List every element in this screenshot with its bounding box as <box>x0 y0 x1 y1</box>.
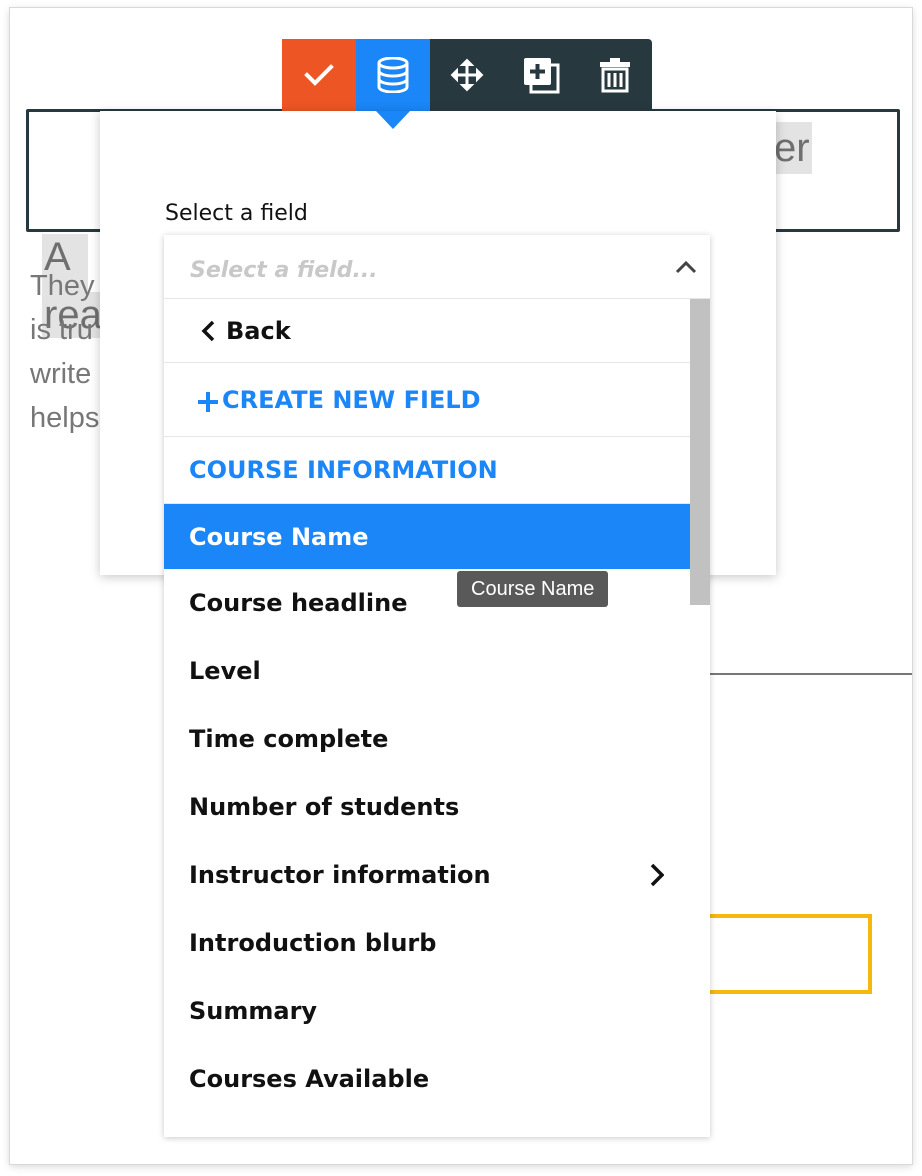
back-button[interactable]: Back <box>164 299 690 363</box>
group-heading-course-information: COURSE INFORMATION <box>164 437 690 504</box>
list-item-label: Course headline <box>189 589 408 617</box>
list-item-label: Course Name <box>189 522 369 551</box>
list-item-label: Level <box>189 657 261 685</box>
list-item-number-of-students[interactable]: Number of students <box>164 773 690 841</box>
list-item-label: Time complete <box>189 725 389 753</box>
list-item-label: Instructor information <box>189 861 491 889</box>
tooltip: Course Name <box>457 571 609 607</box>
field-list: Back CREATE NEW FIELD COURSE INFORMATION… <box>164 299 690 1113</box>
window-frame: A su reas er They is tru write helps <box>10 8 912 1164</box>
back-label: Back <box>226 316 291 345</box>
list-item-label: Introduction blurb <box>189 929 437 957</box>
element-toolbar <box>282 39 652 129</box>
create-new-field-button[interactable]: CREATE NEW FIELD <box>164 363 690 437</box>
list-item-level[interactable]: Level <box>164 637 690 705</box>
chevron-right-icon <box>650 863 664 887</box>
plus-icon <box>198 391 218 412</box>
create-new-field-label: CREATE NEW FIELD <box>222 385 481 414</box>
list-item-label: Summary <box>189 997 318 1025</box>
heading-tail-text: er <box>774 122 812 174</box>
chevron-up-icon[interactable] <box>674 257 698 277</box>
list-item-time-complete[interactable]: Time complete <box>164 705 690 773</box>
check-icon <box>304 64 334 86</box>
database-icon <box>377 57 409 93</box>
move-button[interactable] <box>430 39 504 111</box>
field-dropdown: Back CREATE NEW FIELD COURSE INFORMATION… <box>164 235 710 1137</box>
highlighted-block[interactable] <box>700 914 872 994</box>
duplicate-icon <box>524 58 560 94</box>
list-item-instructor-information[interactable]: Instructor information <box>164 841 690 909</box>
list-item-courses-available[interactable]: Courses Available <box>164 1045 690 1113</box>
paragraph-line: They <box>30 270 95 302</box>
divider-line <box>700 673 912 675</box>
list-item-course-headline[interactable]: Course headline <box>164 569 690 637</box>
field-search-box[interactable] <box>164 235 710 299</box>
paragraph-line: helps <box>30 402 100 434</box>
select-field-label: Select a field <box>165 201 308 226</box>
delete-button[interactable] <box>578 39 652 111</box>
list-item-summary[interactable]: Summary <box>164 977 690 1045</box>
list-item-label: Courses Available <box>189 1065 430 1093</box>
paragraph-line: write <box>30 358 92 390</box>
chevron-left-icon <box>201 320 215 341</box>
move-icon <box>450 58 484 92</box>
trash-icon <box>600 58 630 93</box>
duplicate-button[interactable] <box>504 39 578 111</box>
paragraph-line: is tru <box>30 314 93 346</box>
list-item-label: Number of students <box>189 793 460 821</box>
list-item-course-name[interactable]: Course Name <box>164 504 690 569</box>
field-search-input[interactable] <box>190 248 630 292</box>
confirm-button[interactable] <box>282 39 356 111</box>
list-item-introduction-blurb[interactable]: Introduction blurb <box>164 909 690 977</box>
scrollbar-thumb[interactable] <box>690 299 710 605</box>
dynamic-data-button[interactable] <box>356 39 430 129</box>
